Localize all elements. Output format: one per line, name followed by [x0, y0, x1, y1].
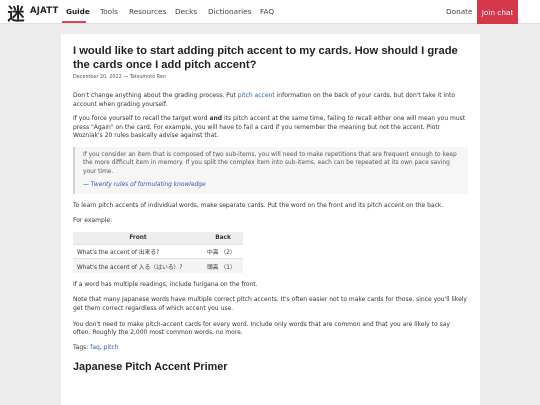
article-title: I would like to start adding pitch accen…	[73, 45, 458, 71]
table-cell-front: What's the accent of 入る（はいる）?	[73, 258, 203, 273]
paragraph-common-words: You don't need to make pitch-accent card…	[73, 320, 450, 337]
table-row: What's the accent of 出来る? 中高 （2）	[73, 244, 243, 259]
blockquote: If you consider an item that is composed…	[73, 146, 468, 194]
twenty-rules-link[interactable]: Twenty rules of formulating knowledge	[91, 182, 206, 188]
nav-link-guide[interactable]: Guide	[66, 7, 90, 16]
article-card: I would like to start adding pitch accen…	[61, 34, 480, 405]
citation-dash: —	[83, 182, 91, 189]
nav-link-decks[interactable]: Decks	[175, 7, 197, 16]
paragraph-grading: Don't change anything about the grading …	[73, 92, 468, 109]
tags-row: Tags: faq, pitch	[73, 343, 119, 351]
join-chat-button[interactable]: Join chat	[477, 0, 518, 24]
pitch-accent-link[interactable]: pitch accent	[238, 92, 275, 99]
table-cell-back: 中高 （2）	[203, 244, 243, 259]
table-header-back: Back	[203, 231, 243, 245]
table-header-row: Front Back	[73, 231, 243, 245]
table-row: What's the accent of 入る（はいる）? 頭高 （1）	[73, 258, 243, 273]
quote-text: If you consider an item that is composed…	[83, 151, 457, 175]
tags-label: Tags:	[73, 343, 91, 351]
paragraph-furigana: If a word has multiple readings, include…	[73, 280, 258, 288]
top-navbar: 迷 AJATT Guide Tools Resources Decks Dict…	[0, 0, 540, 25]
paragraph-multiple-accents: Note that many Japanese words have multi…	[73, 296, 467, 312]
paragraph-example-intro: For example:	[73, 217, 113, 225]
table-cell-front: What's the accent of 出来る?	[73, 244, 203, 259]
table-cell-back: 頭高 （1）	[203, 258, 243, 273]
section-heading: Japanese Pitch Accent Primer	[73, 360, 228, 373]
bold-and: and	[209, 115, 223, 123]
article-meta: December 20, 2022 — Tatsumoto Ren	[73, 74, 166, 80]
tag-link-faq[interactable]: faq	[90, 344, 100, 351]
donate-link[interactable]: Donate	[446, 7, 473, 16]
example-table: Front Back What's the accent of 出来る? 中高 …	[73, 231, 243, 273]
site-logo-icon[interactable]: 迷	[5, 1, 27, 25]
active-nav-indicator	[62, 21, 86, 23]
quote-citation: — Twenty rules of formulating knowledge	[83, 181, 460, 189]
paragraph-text: Don't change anything about the grading …	[73, 92, 238, 99]
paragraph-text: If you force yourself to recall the targ…	[73, 115, 210, 123]
tag-link-pitch[interactable]: pitch	[104, 344, 119, 351]
nav-link-tools[interactable]: Tools	[100, 7, 118, 16]
paragraph-recall: If you force yourself to recall the targ…	[73, 115, 468, 141]
nav-link-dictionaries[interactable]: Dictionaries	[208, 7, 251, 16]
nav-link-faq[interactable]: FAQ	[260, 7, 274, 16]
paragraph-separate-cards: To learn pitch accents of individual wor…	[73, 201, 444, 209]
site-brand[interactable]: AJATT	[30, 6, 58, 16]
nav-link-resources[interactable]: Resources	[129, 7, 166, 16]
table-header-front: Front	[73, 231, 203, 245]
